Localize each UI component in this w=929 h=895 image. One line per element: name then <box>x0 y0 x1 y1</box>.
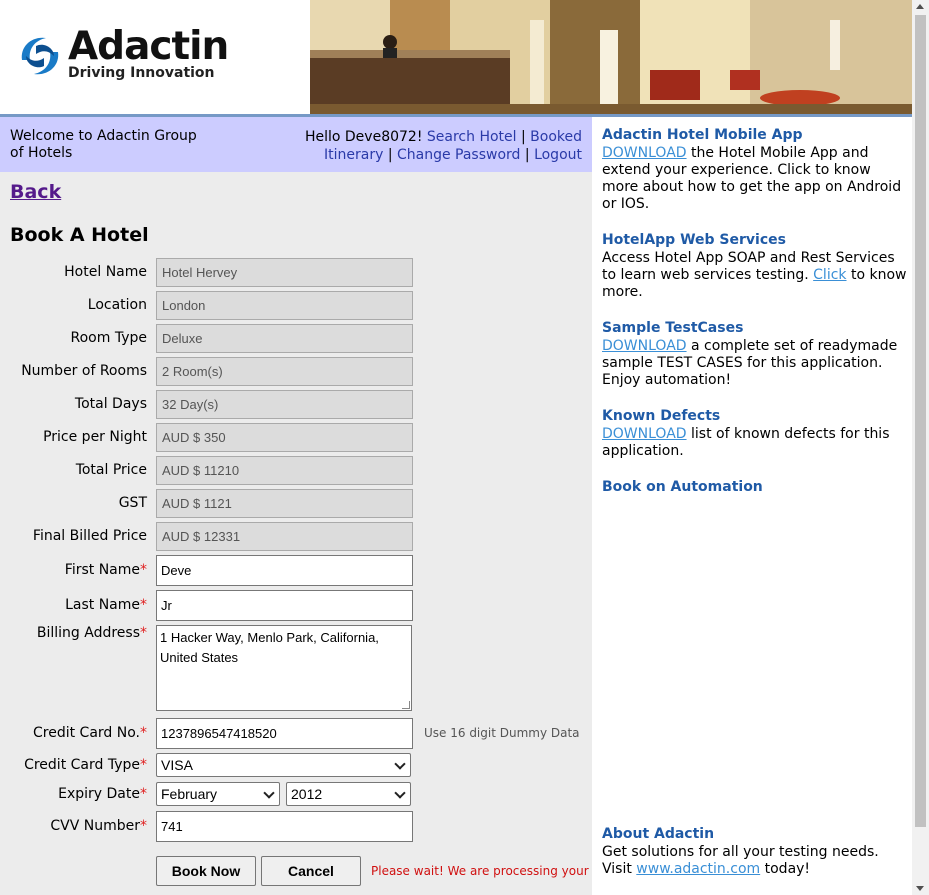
credit-card-type-label: Credit Card Type* <box>24 757 147 773</box>
total-days-field[interactable]: 32 Day(s) <box>156 390 413 419</box>
expiry-year-select[interactable]: 2012 <box>286 782 411 806</box>
search-hotel-link[interactable]: Search Hotel <box>427 129 517 145</box>
gst-label: GST <box>118 495 147 511</box>
hotel-name-label: Hotel Name <box>64 264 147 280</box>
chevron-down-icon <box>394 758 406 770</box>
booked-itinerary-link-cont[interactable]: Itinerary <box>324 147 383 163</box>
logo-title: Adactin <box>68 24 229 69</box>
room-type-label: Room Type <box>70 330 147 346</box>
test-cases-download-link[interactable]: DOWNLOAD <box>602 338 687 354</box>
cvv-number-input[interactable]: 741 <box>156 811 413 842</box>
billing-address-line2: United States <box>160 650 239 665</box>
credit-card-type-value: VISA <box>161 757 193 773</box>
nav-separator: | <box>387 147 393 163</box>
about-heading: About Adactin <box>602 826 715 842</box>
billing-address-line1: 1 Hacker Way, Menlo Park, California, <box>160 630 379 645</box>
book-on-automation-heading[interactable]: Book on Automation <box>602 479 763 495</box>
required-marker: * <box>140 757 147 773</box>
scrollbar-thumb[interactable] <box>915 15 926 827</box>
top-nav: Hello Deve8072! Search Hotel | Booked It… <box>305 128 582 164</box>
total-price-field[interactable]: AUD $ 11210 <box>156 456 413 485</box>
credit-card-type-select[interactable]: VISA <box>156 753 411 777</box>
known-defects-heading: Known Defects <box>602 408 721 424</box>
nav-separator: | <box>524 147 530 163</box>
number-of-rooms-field[interactable]: 2 Room(s) <box>156 357 413 386</box>
price-per-night-field[interactable]: AUD $ 350 <box>156 423 413 452</box>
first-name-input[interactable]: Deve <box>156 555 413 586</box>
page-title: Book A Hotel <box>10 224 149 246</box>
location-label: Location <box>87 297 147 313</box>
scroll-up-arrow-icon[interactable] <box>916 4 924 9</box>
price-per-night-label: Price per Night <box>43 429 147 445</box>
credit-card-no-input[interactable]: 1237896547418520 <box>156 718 413 749</box>
billing-address-textarea[interactable]: 1 Hacker Way, Menlo Park, California, Un… <box>156 625 412 711</box>
final-billed-price-field[interactable]: AUD $ 12331 <box>156 522 413 551</box>
about-text: Get solutions for all your testing needs… <box>602 844 879 877</box>
final-billed-price-label: Final Billed Price <box>32 528 147 544</box>
required-marker: * <box>140 786 147 802</box>
known-defects-text: DOWNLOAD list of known defects for this … <box>602 426 890 459</box>
hotel-name-field[interactable]: Hotel Hervey <box>156 258 413 287</box>
expiry-month-value: February <box>161 786 218 802</box>
test-cases-text: DOWNLOAD a complete set of readymade sam… <box>602 338 898 388</box>
booking-panel: Welcome to Adactin Group of Hotels Hello… <box>0 117 592 895</box>
last-name-input[interactable]: Jr <box>156 590 413 621</box>
mobile-app-heading: Adactin Hotel Mobile App <box>602 127 803 143</box>
mobile-app-download-link[interactable]: DOWNLOAD <box>602 145 687 161</box>
welcome-bar: Welcome to Adactin Group of Hotels Hello… <box>0 117 592 172</box>
room-type-field[interactable]: Deluxe <box>156 324 413 353</box>
location-field[interactable]: London <box>156 291 413 320</box>
known-defects-download-link[interactable]: DOWNLOAD <box>602 426 687 442</box>
scroll-down-arrow-icon[interactable] <box>916 886 924 891</box>
required-marker: * <box>140 725 147 741</box>
mobile-app-text: DOWNLOAD the Hotel Mobile App and extend… <box>602 145 902 212</box>
test-cases-heading: Sample TestCases <box>602 320 744 336</box>
adactin-logo[interactable]: Adactin Driving Innovation <box>14 24 234 88</box>
expiry-month-select[interactable]: February <box>156 782 280 806</box>
credit-card-hint: Use 16 digit Dummy Data <box>424 726 580 740</box>
book-now-button[interactable]: Book Now <box>156 856 256 886</box>
nav-separator: | <box>520 129 526 145</box>
gst-field[interactable]: AUD $ 1121 <box>156 489 413 518</box>
last-name-label: Last Name* <box>65 597 147 613</box>
expiry-year-value: 2012 <box>291 786 323 802</box>
site-header: Adactin Driving Innovation <box>0 0 912 114</box>
back-link[interactable]: Back <box>10 181 61 203</box>
adactin-website-link[interactable]: www.adactin.com <box>636 861 760 877</box>
change-password-link[interactable]: Change Password <box>397 147 520 163</box>
info-sidebar: Adactin Hotel Mobile App DOWNLOAD the Ho… <box>592 117 912 895</box>
booked-itinerary-link[interactable]: Booked <box>530 129 582 145</box>
processing-message: Please wait! We are processing your <box>371 864 589 878</box>
web-services-click-link[interactable]: Click <box>813 267 846 283</box>
total-days-label: Total Days <box>74 396 147 412</box>
required-marker: * <box>140 625 147 641</box>
expiry-date-label: Expiry Date* <box>58 786 147 802</box>
chevron-down-icon <box>394 787 406 799</box>
number-of-rooms-label: Number of Rooms <box>21 363 147 379</box>
adactin-logo-icon <box>21 37 59 75</box>
cancel-button[interactable]: Cancel <box>261 856 361 886</box>
required-marker: * <box>140 818 147 834</box>
resize-handle-icon[interactable] <box>402 701 410 709</box>
logout-link[interactable]: Logout <box>534 147 582 163</box>
credit-card-no-label: Credit Card No.* <box>33 725 147 741</box>
page-scrollbar[interactable] <box>912 0 929 895</box>
total-price-label: Total Price <box>75 462 147 478</box>
web-services-heading: HotelApp Web Services <box>602 232 786 248</box>
web-services-text: Access Hotel App SOAP and Rest Services … <box>602 250 907 300</box>
first-name-label: First Name* <box>64 562 147 578</box>
cvv-number-label: CVV Number* <box>50 818 147 834</box>
chevron-down-icon <box>263 787 275 799</box>
welcome-text: Welcome to Adactin Group of Hotels <box>10 128 197 161</box>
greeting-text: Hello Deve8072! <box>304 129 423 145</box>
billing-address-label: Billing Address* <box>36 625 147 641</box>
required-marker: * <box>140 597 147 613</box>
required-marker: * <box>140 562 147 578</box>
logo-tagline: Driving Innovation <box>68 65 215 81</box>
hotel-lobby-banner-image <box>310 0 912 114</box>
